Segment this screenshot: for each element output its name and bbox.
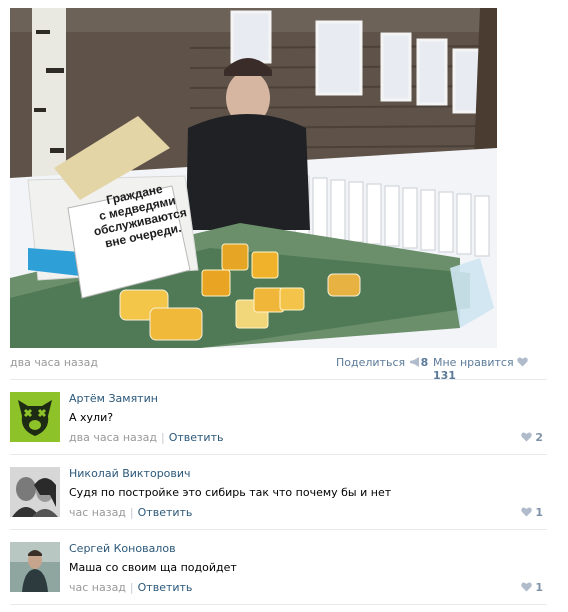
comment: Сергей Коновалов Маша со своим ща подойд…	[10, 542, 547, 612]
avatar[interactable]	[10, 467, 60, 517]
share-label: Поделиться	[336, 356, 406, 369]
comment-time[interactable]: два часа назад	[69, 431, 157, 444]
comment-like-button[interactable]: 1	[521, 506, 543, 519]
comment-author[interactable]: Николай Викторович	[69, 467, 191, 480]
comment-footer: час назад | Ответить	[69, 581, 192, 594]
man-photo	[10, 542, 60, 592]
post-meta: два часа назад Поделиться 8 Мне нравится…	[10, 354, 547, 382]
comment-footer: час назад | Ответить	[69, 506, 192, 519]
like-count: 131	[433, 369, 456, 382]
reply-button[interactable]: Ответить	[138, 581, 193, 594]
megaphone-icon	[409, 357, 419, 367]
like-label: Мне нравится	[433, 356, 514, 369]
comment-author[interactable]: Артём Замятин	[69, 392, 158, 405]
separator: |	[160, 431, 165, 444]
heart-icon	[521, 507, 533, 517]
comment: Николай Викторович Судя по постройке это…	[10, 467, 547, 537]
comment-time[interactable]: час назад	[69, 581, 126, 594]
separator: |	[129, 581, 134, 594]
comment-like-count: 2	[535, 431, 543, 444]
dog-mascot-icon	[10, 392, 60, 442]
share-button[interactable]: Поделиться 8	[336, 356, 428, 369]
post-photo[interactable]: Граждане с медведями обслуживаются вне о…	[10, 8, 497, 348]
divider	[10, 604, 547, 605]
heart-icon	[517, 357, 528, 367]
divider	[10, 454, 547, 455]
divider	[10, 379, 547, 380]
avatar[interactable]	[10, 392, 60, 442]
comment-author[interactable]: Сергей Коновалов	[69, 542, 176, 555]
reply-button[interactable]: Ответить	[169, 431, 224, 444]
comment-text: Маша со своим ща подойдет	[69, 561, 237, 574]
comment-text: А хули?	[69, 411, 114, 424]
couple-photo	[10, 467, 60, 517]
reply-button[interactable]: Ответить	[138, 506, 193, 519]
comment-footer: два часа назад | Ответить	[69, 431, 223, 444]
share-count: 8	[420, 356, 429, 369]
comment-time[interactable]: час назад	[69, 506, 126, 519]
heart-icon	[521, 432, 533, 442]
avatar[interactable]	[10, 542, 60, 592]
comment-like-count: 1	[535, 581, 543, 594]
divider	[10, 529, 547, 530]
comment-like-button[interactable]: 1	[521, 581, 543, 594]
post-time[interactable]: два часа назад	[10, 356, 98, 369]
comment-like-button[interactable]: 2	[521, 431, 543, 444]
separator: |	[129, 506, 134, 519]
heart-icon	[521, 582, 533, 592]
comment: Артём Замятин А хули? два часа назад | Отв…	[10, 392, 547, 462]
comment-like-count: 1	[535, 506, 543, 519]
comment-text: Судя по постройке это сибирь так что поч…	[69, 486, 392, 499]
